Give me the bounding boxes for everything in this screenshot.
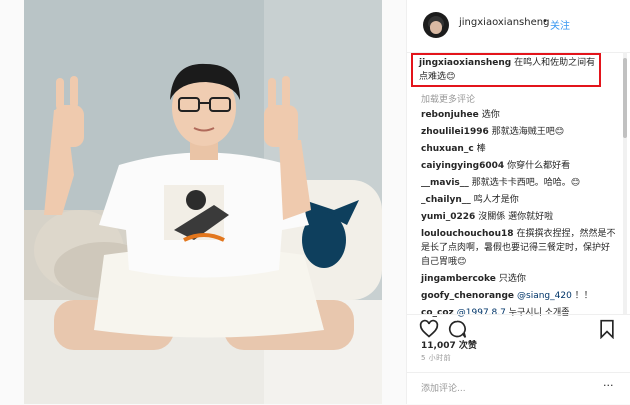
comment-username[interactable]: goofy_chenorange bbox=[421, 291, 514, 301]
list-item: jingambercoke 只选你 bbox=[421, 272, 617, 286]
post-caption: jingxiaoxiansheng 在鸣人和佐助之间有点难选😊 bbox=[419, 56, 599, 84]
comment-username[interactable]: loulouchouchou18 bbox=[421, 229, 514, 239]
comment-username[interactable]: caiyingying6004 bbox=[421, 161, 504, 171]
list-item: goofy_chenorange @siang_420 ！！ bbox=[421, 289, 617, 303]
list-item: loulouchouchou18 在撰撰衣捏捏，然然是不是长了点肉啊，暑假也要记得… bbox=[421, 227, 617, 269]
comment-username[interactable]: yumi_0226 bbox=[421, 212, 475, 222]
bookmark-icon[interactable] bbox=[597, 319, 617, 339]
list-item: __mavis__ 那就选卡卡西吧。哈哈。😊 bbox=[421, 176, 617, 190]
add-comment-row: ··· bbox=[407, 372, 630, 405]
comment-text: 那就选海贼王吧😊 bbox=[491, 127, 565, 137]
post-timestamp[interactable]: 5 小时前 bbox=[421, 353, 451, 363]
post-header: jingxiaoxiansheng • 关注 bbox=[407, 0, 630, 53]
comment-text: 选你 bbox=[481, 110, 500, 120]
comment-username[interactable]: zhoulilei1996 bbox=[421, 127, 489, 137]
list-item: rebonjuhee 选你 bbox=[421, 108, 617, 122]
comment-text: 鸣人才是你 bbox=[473, 195, 519, 205]
more-options-icon[interactable]: ··· bbox=[603, 379, 614, 392]
follow-button[interactable]: 关注 bbox=[550, 17, 570, 32]
comments-list: rebonjuhee 选你 zhoulilei1996 那就选海贼王吧😊 chuxu… bbox=[421, 108, 617, 323]
comment-username[interactable]: rebonjuhee bbox=[421, 110, 479, 120]
post-sidebar: jingxiaoxiansheng • 关注 jingxiaoxiansheng… bbox=[406, 0, 630, 404]
load-more-comments[interactable]: 加载更多评论 bbox=[421, 92, 475, 105]
scrollbar-thumb[interactable] bbox=[623, 58, 627, 138]
comment-username[interactable]: jingambercoke bbox=[421, 274, 496, 284]
list-item: caiyingying6004 你穿什么都好看 bbox=[421, 159, 617, 173]
list-item: yumi_0226 沒關係 選你就好啦 bbox=[421, 210, 617, 224]
comment-text: 棒 bbox=[476, 144, 486, 154]
avatar[interactable] bbox=[423, 12, 449, 38]
list-item: zhoulilei1996 那就选海贼王吧😊 bbox=[421, 125, 617, 139]
list-item: chuxuan_c 棒 bbox=[421, 142, 617, 156]
comment-text: 只选你 bbox=[498, 274, 526, 284]
heart-icon[interactable] bbox=[419, 319, 439, 339]
instagram-post: jingxiaoxiansheng • 关注 jingxiaoxiansheng… bbox=[0, 0, 630, 404]
like-count[interactable]: 11,007 次赞 bbox=[421, 338, 477, 351]
post-photo[interactable] bbox=[24, 0, 382, 404]
mention-link[interactable]: @siang_420 bbox=[517, 291, 572, 301]
list-item: _chailyn__ 鸣人才是你 bbox=[421, 193, 617, 207]
comment-text: 沒關係 選你就好啦 bbox=[478, 212, 554, 222]
comment-text: 那就选卡卡西吧。哈哈。😊 bbox=[471, 178, 581, 188]
comments-scrollbar[interactable] bbox=[623, 52, 627, 314]
comment-username[interactable]: chuxuan_c bbox=[421, 144, 474, 154]
comment-text: ！！ bbox=[574, 291, 593, 301]
photo-column bbox=[0, 0, 406, 404]
caption-username[interactable]: jingxiaoxiansheng bbox=[419, 58, 511, 68]
author-username[interactable]: jingxiaoxiansheng bbox=[459, 17, 549, 28]
separator-dot: • bbox=[542, 16, 548, 27]
comment-text: 你穿什么都好看 bbox=[507, 161, 571, 171]
comment-icon[interactable] bbox=[447, 319, 467, 339]
comment-username[interactable]: _chailyn__ bbox=[421, 195, 471, 205]
comment-username[interactable]: __mavis__ bbox=[421, 178, 469, 188]
comment-input[interactable] bbox=[421, 382, 591, 396]
